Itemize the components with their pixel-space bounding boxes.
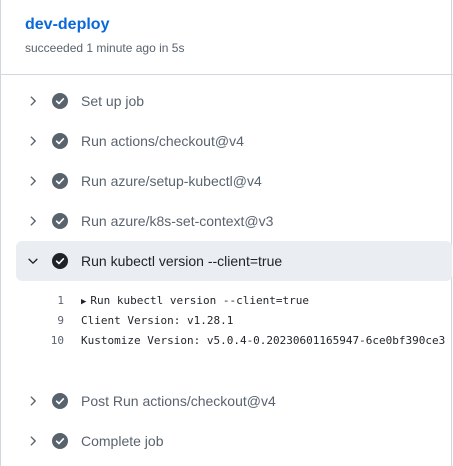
check-circle-icon — [52, 93, 68, 109]
log-line: 9 Client Version: v1.28.1 — [16, 314, 452, 332]
chevron-right-icon — [30, 136, 36, 146]
step-row[interactable]: Complete job — [16, 421, 452, 461]
log-line-text: ▶ Run kubectl version --client=true — [81, 294, 309, 307]
log-line-number[interactable]: 1 — [16, 294, 64, 307]
step-row[interactable]: Run actions/checkout@v4 — [16, 121, 452, 161]
step-log: 1 ▶ Run kubectl version --client=true 9 C… — [16, 281, 452, 381]
step-label: Run azure/k8s-set-context@v3 — [81, 213, 274, 229]
step-label: Complete job — [81, 433, 164, 449]
check-circle-icon — [52, 133, 68, 149]
chevron-right-icon — [30, 96, 36, 106]
chevron-down-icon — [28, 258, 38, 264]
log-line-number[interactable]: 9 — [16, 314, 64, 327]
step-label: Set up job — [81, 93, 145, 109]
step-row[interactable]: Post Run actions/checkout@v4 — [16, 381, 452, 421]
step-label: Run actions/checkout@v4 — [81, 133, 244, 149]
step-label: Run kubectl version --client=true — [81, 253, 283, 269]
log-line[interactable]: 1 ▶ Run kubectl version --client=true — [16, 294, 452, 312]
step-row[interactable]: Set up job — [16, 81, 452, 121]
step-row[interactable]: Run azure/setup-kubectl@v4 — [16, 161, 452, 201]
step-row-expanded[interactable]: Run kubectl version --client=true — [16, 241, 452, 281]
triangle-right-icon[interactable]: ▶ — [81, 297, 86, 307]
check-circle-icon — [52, 433, 68, 449]
check-circle-icon — [52, 393, 68, 409]
chevron-right-icon — [30, 176, 36, 186]
log-line-number[interactable]: 10 — [16, 334, 64, 347]
chevron-right-icon — [30, 216, 36, 226]
job-header: dev-deploy succeeded 1 minute ago in 5s — [0, 0, 453, 75]
check-circle-icon — [52, 173, 68, 189]
step-label: Run azure/setup-kubectl@v4 — [81, 173, 262, 189]
step-row[interactable]: Run azure/k8s-set-context@v3 — [16, 201, 452, 241]
job-title-link[interactable]: dev-deploy — [25, 16, 109, 34]
log-line-text: Client Version: v1.28.1 — [81, 314, 234, 327]
check-circle-icon — [52, 253, 68, 269]
log-line: 10 Kustomize Version: v5.0.4-0.202306011… — [16, 334, 452, 352]
job-status-text: succeeded 1 minute ago in 5s — [25, 41, 185, 55]
check-circle-icon — [52, 213, 68, 229]
step-label: Post Run actions/checkout@v4 — [81, 393, 276, 409]
steps-list: Set up job Run actions/checkout@v4 Run a… — [0, 81, 453, 461]
chevron-right-icon — [30, 436, 36, 446]
log-line-text: Kustomize Version: v5.0.4-0.202306011659… — [81, 334, 446, 347]
chevron-right-icon — [30, 396, 36, 406]
